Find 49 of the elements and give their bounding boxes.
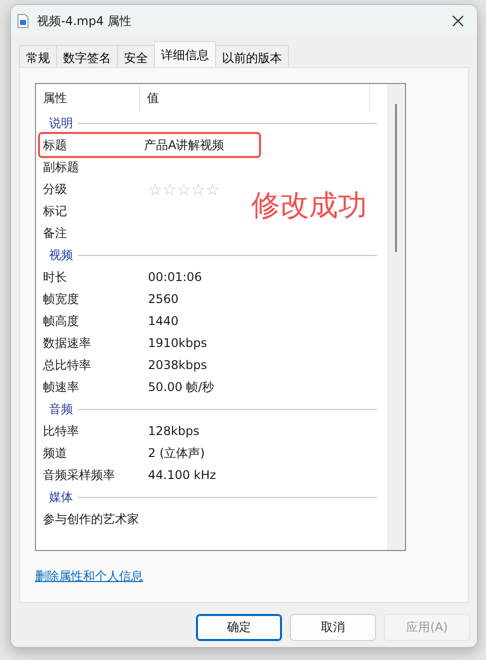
- group-heading: 媒体: [49, 488, 73, 506]
- property-value: 产品A讲解视频: [144, 136, 224, 154]
- tab[interactable]: 以前的版本: [215, 45, 289, 67]
- property-name: 帧宽度: [42, 290, 80, 308]
- property-value: 1440: [148, 314, 179, 328]
- star-icon: ☆: [148, 180, 162, 198]
- property-name: 参与创作的艺术家: [42, 510, 140, 528]
- property-value: 00:01:06: [148, 270, 202, 284]
- column-header[interactable]: 值: [140, 84, 370, 112]
- property-value: 2 (立体声): [148, 444, 205, 462]
- property-value: 1910kbps: [148, 336, 207, 350]
- column-header[interactable]: 属性: [36, 84, 140, 112]
- property-name: 分级: [42, 180, 68, 198]
- property-name: 帧速率: [42, 378, 80, 396]
- tab[interactable]: 详细信息: [154, 41, 216, 67]
- property-name: 频道: [42, 444, 68, 462]
- scrollbar[interactable]: [387, 84, 405, 550]
- remove-properties-link[interactable]: 删除属性和个人信息: [35, 568, 143, 585]
- property-name: 时长: [42, 268, 68, 286]
- tab[interactable]: 数字签名: [56, 45, 118, 67]
- property-name: 标记: [42, 202, 68, 220]
- group-heading: 音频: [49, 400, 73, 418]
- window-title: 视频-4.mp4 属性: [37, 12, 133, 30]
- star-icon: ☆: [191, 180, 206, 198]
- property-value: 128kbps: [148, 424, 200, 438]
- star-icon: ☆: [162, 180, 177, 198]
- star-icon: ☆: [176, 180, 192, 198]
- dialog-button[interactable]: 取消: [290, 614, 376, 641]
- property-name: 音频采样频率: [42, 466, 116, 484]
- property-value: 50.00 帧/秒: [148, 378, 214, 396]
- property-name: 帧高度: [42, 312, 80, 330]
- property-value: 44.100 kHz: [148, 468, 216, 482]
- tab[interactable]: 安全: [117, 45, 155, 67]
- star-icon: ☆: [205, 180, 220, 198]
- property-name: 数据速率: [42, 334, 92, 352]
- property-name: 备注: [42, 224, 68, 242]
- property-name: 总比特率: [42, 356, 92, 374]
- property-name: 标题: [42, 136, 68, 154]
- property-name: 副标题: [42, 158, 80, 176]
- dialog-button[interactable]: 确定: [196, 614, 282, 641]
- close-icon: [452, 15, 464, 27]
- annotation-text: 修改成功: [251, 187, 367, 224]
- property-value: 2560: [148, 292, 179, 306]
- property-value: 2038kbps: [148, 358, 207, 372]
- group-heading: 视频: [49, 246, 73, 264]
- group-heading: 说明: [49, 114, 73, 132]
- video-file-icon: [17, 14, 29, 28]
- tab[interactable]: 常规: [19, 45, 57, 67]
- property-name: 比特率: [42, 422, 80, 440]
